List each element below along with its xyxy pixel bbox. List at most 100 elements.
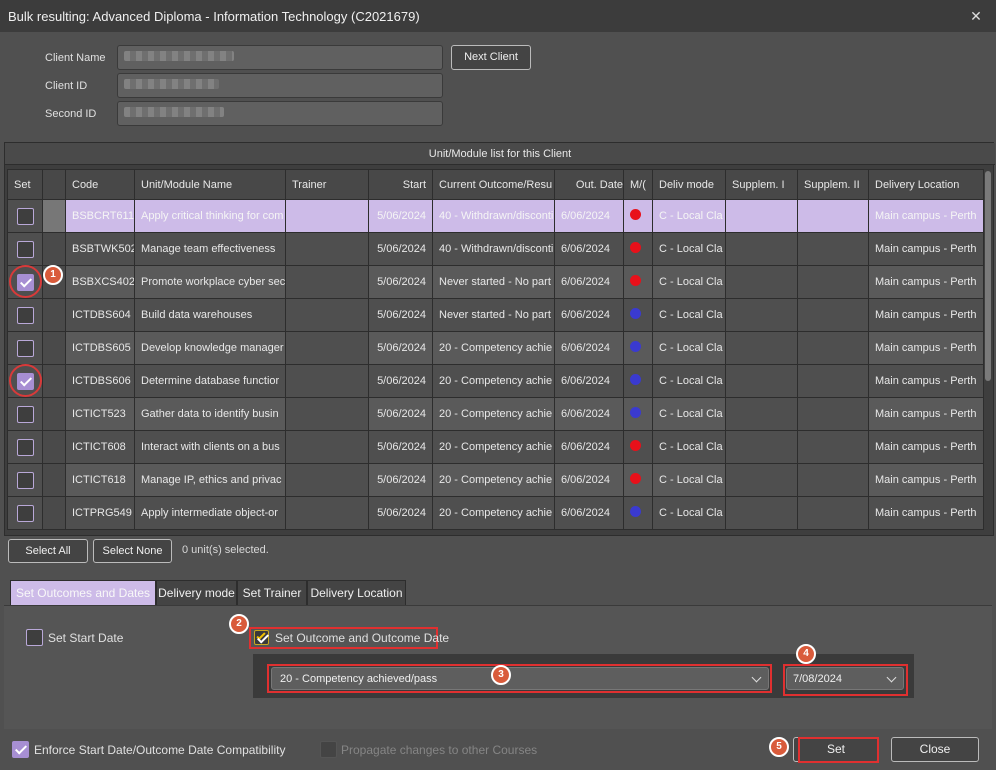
tab-delivery-mode[interactable]: Delivery mode	[156, 580, 237, 605]
tab-set-trainer[interactable]: Set Trainer	[237, 580, 307, 605]
column-header[interactable]	[42, 169, 66, 200]
row-set-checkbox[interactable]	[16, 207, 34, 225]
title-bar: Bulk resulting: Advanced Diploma - Infor…	[0, 0, 996, 32]
supplem2-cell	[797, 463, 869, 497]
table-row[interactable]: ICTICT608 Interact with clients on a bus 5…	[7, 430, 984, 464]
deliv-mode-cell: C - Local Cla	[652, 232, 726, 266]
supplem1-cell	[725, 298, 798, 332]
table-row[interactable]: BSBTWK502 Manage team effectiveness 5/06/2…	[7, 232, 984, 266]
outcome-cell: 20 - Competency achie	[432, 463, 555, 497]
status-dot-icon	[630, 308, 641, 319]
tab-delivery-location[interactable]: Delivery Location	[307, 580, 406, 605]
code-cell: BSBTWK502	[65, 232, 135, 266]
annotation-badge-5: 5	[769, 737, 789, 757]
column-header[interactable]: Deliv mode	[652, 169, 726, 200]
client-id-field[interactable]	[117, 73, 443, 98]
supplem1-cell	[725, 364, 798, 398]
location-cell: Main campus - Perth	[868, 397, 984, 431]
second-id-field[interactable]	[117, 101, 443, 126]
name-cell: Apply critical thinking for com	[134, 199, 286, 233]
row-set-checkbox[interactable]	[16, 504, 34, 522]
close-icon[interactable]: ✕	[956, 0, 996, 32]
row-set-checkbox[interactable]	[16, 339, 34, 357]
outcome-cell: 20 - Competency achie	[432, 331, 555, 365]
table-row[interactable]: ICTDBS604 Build data warehouses 5/06/2024 N…	[7, 298, 984, 332]
close-button[interactable]: Close	[891, 737, 979, 762]
row-set-checkbox[interactable]	[16, 240, 34, 258]
name-cell: Develop knowledge manager	[134, 331, 286, 365]
enforce-checkbox[interactable]	[12, 741, 29, 758]
m-cell	[623, 364, 653, 398]
tab-set-outcomes[interactable]: Set Outcomes and Dates	[10, 580, 156, 605]
set-cell	[7, 232, 43, 266]
supplem2-cell	[797, 331, 869, 365]
table-row[interactable]: ICTDBS606 Determine database functior 5/06…	[7, 364, 984, 398]
outcome-dropdown[interactable]: 20 - Competency achieved/pass	[271, 667, 769, 690]
column-header[interactable]: Out. Date	[554, 169, 624, 200]
code-cell: ICTDBS606	[65, 364, 135, 398]
table-row[interactable]: ICTPRG549 Apply intermediate object-or 5/0…	[7, 496, 984, 530]
outcome-date-picker[interactable]: 7/08/2024	[786, 667, 904, 690]
column-header[interactable]: Supplem. I	[725, 169, 798, 200]
row-set-checkbox[interactable]	[16, 405, 34, 423]
row-set-checkbox[interactable]	[16, 306, 34, 324]
deliv-mode-cell: C - Local Cla	[652, 364, 726, 398]
select-all-button[interactable]: Select All	[8, 539, 88, 563]
column-header[interactable]: Supplem. II	[797, 169, 869, 200]
code-cell: ICTDBS604	[65, 298, 135, 332]
set-cell	[7, 496, 43, 530]
row-selector-cell	[42, 232, 66, 266]
table-row[interactable]: BSBXCS402 Promote workplace cyber sec 5/06…	[7, 265, 984, 299]
column-header[interactable]: Start	[368, 169, 433, 200]
start-cell: 5/06/2024	[368, 496, 433, 530]
m-cell	[623, 397, 653, 431]
set-start-date-checkbox[interactable]	[26, 629, 43, 646]
propagate-checkbox[interactable]	[320, 741, 337, 758]
column-header[interactable]: Unit/Module Name	[134, 169, 286, 200]
column-header[interactable]: Set	[7, 169, 43, 200]
deliv-mode-cell: C - Local Cla	[652, 265, 726, 299]
status-dot-icon	[630, 440, 641, 451]
table-row[interactable]: ICTICT618 Manage IP, ethics and privac 5/0…	[7, 463, 984, 497]
outcome-value: 20 - Competency achieved/pass	[280, 673, 438, 685]
m-cell	[623, 199, 653, 233]
location-cell: Main campus - Perth	[868, 430, 984, 464]
grid-scrollbar[interactable]	[985, 171, 991, 381]
table-row[interactable]: BSBCRT611 Apply critical thinking for com…	[7, 199, 984, 233]
m-cell	[623, 463, 653, 497]
out-date-cell: 6/06/2024	[554, 496, 624, 530]
table-row[interactable]: ICTDBS605 Develop knowledge manager 5/06/2…	[7, 331, 984, 365]
select-none-button[interactable]: Select None	[93, 539, 172, 563]
annotation-badge-4: 4	[796, 644, 816, 664]
supplem2-cell	[797, 232, 869, 266]
set-outcome-checkbox[interactable]	[254, 630, 269, 645]
deliv-mode-cell: C - Local Cla	[652, 331, 726, 365]
row-set-checkbox[interactable]	[16, 471, 34, 489]
set-cell	[7, 463, 43, 497]
next-client-button[interactable]: Next Client	[451, 45, 531, 70]
code-cell: ICTICT523	[65, 397, 135, 431]
column-header[interactable]: Current Outcome/Resu	[432, 169, 555, 200]
start-cell: 5/06/2024	[368, 463, 433, 497]
client-name-field[interactable]	[117, 45, 443, 70]
supplem1-cell	[725, 232, 798, 266]
column-header[interactable]: Delivery Location	[868, 169, 984, 200]
annotation-ring-1	[9, 265, 42, 298]
table-row[interactable]: ICTICT523 Gather data to identify busin 5/…	[7, 397, 984, 431]
column-header[interactable]: M/(	[623, 169, 653, 200]
supplem2-cell	[797, 265, 869, 299]
column-header[interactable]: Code	[65, 169, 135, 200]
supplem2-cell	[797, 430, 869, 464]
row-selector-cell	[42, 199, 66, 233]
supplem1-cell	[725, 331, 798, 365]
trainer-cell	[285, 265, 369, 299]
code-cell: BSBXCS402	[65, 265, 135, 299]
set-outcome-label: Set Outcome and Outcome Date	[275, 631, 450, 645]
supplem2-cell	[797, 496, 869, 530]
status-dot-icon	[630, 473, 641, 484]
code-cell: ICTICT618	[65, 463, 135, 497]
row-set-checkbox[interactable]	[16, 438, 34, 456]
column-header[interactable]: Trainer	[285, 169, 369, 200]
location-cell: Main campus - Perth	[868, 331, 984, 365]
row-selector-cell	[42, 331, 66, 365]
